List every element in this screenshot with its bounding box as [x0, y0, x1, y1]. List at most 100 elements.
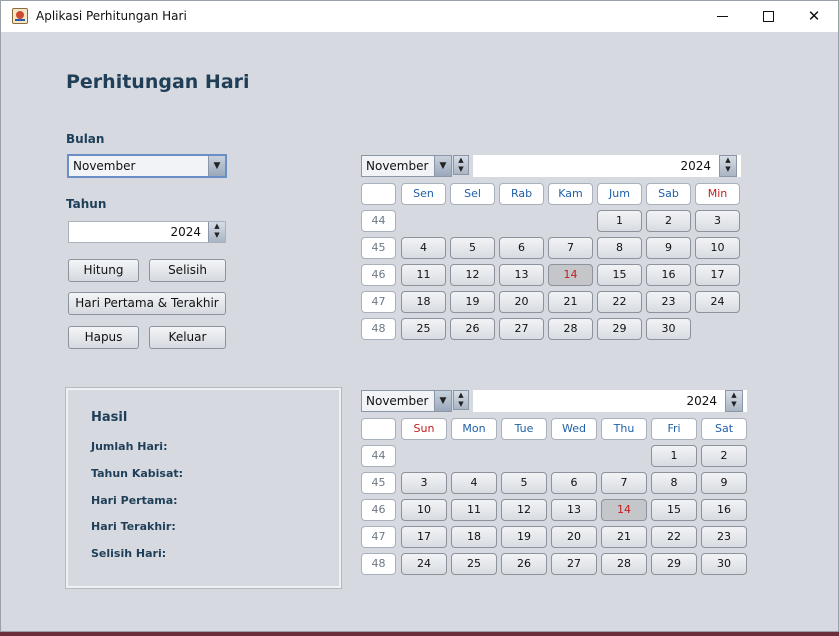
calendar-day-button[interactable]: 23	[701, 526, 747, 548]
calendar-day-button[interactable]: 1	[651, 445, 697, 467]
calendar-day-button[interactable]: 10	[401, 499, 447, 521]
calendar-day-button[interactable]: 27	[551, 553, 597, 575]
close-button[interactable]: ✕	[791, 1, 837, 32]
calendar-day-button[interactable]: 25	[451, 553, 497, 575]
hitung-button[interactable]: Hitung	[68, 259, 139, 282]
calendar-day-button[interactable]: 3	[695, 210, 740, 232]
week-number: 47	[361, 291, 396, 313]
calendar-day-button[interactable]: 5	[450, 237, 495, 259]
calendar-day-button[interactable]: 4	[451, 472, 497, 494]
calendar-day-button[interactable]: 12	[450, 264, 495, 286]
calendar-day-button[interactable]: 27	[499, 318, 544, 340]
calendar-day-button[interactable]: 28	[548, 318, 593, 340]
calendar-day-button[interactable]: 20	[551, 526, 597, 548]
calendar-day-button[interactable]: 13	[499, 264, 544, 286]
chevron-down-icon[interactable]: ▼	[434, 391, 451, 411]
calendar-day-button[interactable]: 7	[548, 237, 593, 259]
minimize-button[interactable]	[699, 1, 745, 32]
window-title: Aplikasi Perhitungan Hari	[36, 9, 187, 23]
calendar-day-button[interactable]: 30	[701, 553, 747, 575]
hapus-button[interactable]: Hapus	[68, 326, 139, 349]
calendar-day-button[interactable]: 9	[701, 472, 747, 494]
calendar-day-button[interactable]: 26	[501, 553, 547, 575]
chevron-down-icon[interactable]: ▼	[208, 156, 225, 176]
calendar-day-button[interactable]: 14	[601, 499, 647, 521]
calendar-day-button[interactable]: 11	[401, 264, 446, 286]
calendar-day-button[interactable]: 8	[597, 237, 642, 259]
selisih-button[interactable]: Selisih	[149, 259, 226, 282]
calendar-day-button[interactable]: 5	[501, 472, 547, 494]
calendar-day-button[interactable]: 28	[601, 553, 647, 575]
calendar-bottom-year-spinner[interactable]: 2024 ▲ ▼	[473, 390, 747, 412]
calendar-day-button[interactable]: 12	[501, 499, 547, 521]
calendar-top-month-spinner-icon[interactable]: ▲ ▼	[453, 155, 469, 175]
calendar-day-button[interactable]: 18	[401, 291, 446, 313]
calendar-bottom: November ▼ ▲ ▼ 2024 ▲ ▼ Sun Mon Tue Wed Thu Fri…	[361, 390, 747, 580]
hari-pertama-label: Hari Pertama:	[91, 494, 178, 507]
calendar-day-button[interactable]: 16	[701, 499, 747, 521]
calendar-top-year-spinner[interactable]: 2024 ▲ ▼	[473, 155, 741, 177]
calendar-day-button[interactable]: 14	[548, 264, 593, 286]
calendar-day-button[interactable]: 20	[499, 291, 544, 313]
calendar-day-button[interactable]: 24	[401, 553, 447, 575]
weekday-header: Sel	[450, 183, 495, 205]
calendar-top: November ▼ ▲ ▼ 2024 ▲ ▼ Sen Sel Rab Kam Jum Sab…	[361, 155, 741, 345]
spinner-arrows-icon[interactable]: ▲ ▼	[208, 222, 225, 242]
minimize-icon	[717, 16, 728, 17]
calendar-bottom-month: November	[366, 394, 429, 408]
calendar-day-button[interactable]: 29	[597, 318, 642, 340]
calendar-day-button[interactable]: 15	[597, 264, 642, 286]
calendar-day-button[interactable]: 16	[646, 264, 691, 286]
tahun-kabisat-label: Tahun Kabisat:	[91, 467, 184, 480]
calendar-day-button[interactable]: 19	[501, 526, 547, 548]
maximize-button[interactable]	[745, 1, 791, 32]
week-number: 46	[361, 499, 396, 521]
spinner-arrows-icon[interactable]: ▲ ▼	[725, 390, 743, 412]
calendar-day-button[interactable]: 21	[601, 526, 647, 548]
calendar-day-button[interactable]: 18	[451, 526, 497, 548]
calendar-bottom-month-spinner-icon[interactable]: ▲ ▼	[453, 390, 469, 410]
calendar-day-button[interactable]: 2	[646, 210, 691, 232]
calendar-day-button[interactable]: 29	[651, 553, 697, 575]
calendar-day-button[interactable]: 3	[401, 472, 447, 494]
calendar-day-button[interactable]: 24	[695, 291, 740, 313]
week-number: 48	[361, 553, 396, 575]
calendar-day-button[interactable]: 1	[597, 210, 642, 232]
tahun-spinner[interactable]: 2024 ▲ ▼	[68, 221, 226, 243]
calendar-day-button[interactable]: 6	[499, 237, 544, 259]
keluar-button[interactable]: Keluar	[149, 326, 226, 349]
calendar-day-button[interactable]: 10	[695, 237, 740, 259]
calendar-day-button[interactable]: 4	[401, 237, 446, 259]
jumlah-hari-label: Jumlah Hari:	[91, 440, 168, 453]
calendar-day-button[interactable]: 6	[551, 472, 597, 494]
calendar-top-month-combo[interactable]: November ▼	[361, 155, 452, 177]
calendar-day-button[interactable]: 25	[401, 318, 446, 340]
chevron-down-icon[interactable]: ▼	[434, 156, 451, 176]
week-number: 48	[361, 318, 396, 340]
calendar-day-button[interactable]: 11	[451, 499, 497, 521]
calendar-day-button[interactable]: 7	[601, 472, 647, 494]
calendar-day-button[interactable]: 17	[695, 264, 740, 286]
calendar-day-button[interactable]: 22	[651, 526, 697, 548]
result-title: Hasil	[91, 410, 128, 425]
calendar-day-button[interactable]: 9	[646, 237, 691, 259]
calendar-day-button[interactable]: 30	[646, 318, 691, 340]
calendar-day-button[interactable]: 8	[651, 472, 697, 494]
spinner-arrows-icon[interactable]: ▲ ▼	[719, 155, 737, 177]
calendar-day-button[interactable]: 22	[597, 291, 642, 313]
calendar-day-button[interactable]: 21	[548, 291, 593, 313]
hari-pertama-terakhir-button[interactable]: Hari Pertama & Terakhir	[68, 292, 226, 315]
calendar-bottom-year: 2024	[686, 394, 717, 408]
calendar-day-button[interactable]: 15	[651, 499, 697, 521]
weekday-header: Jum	[597, 183, 642, 205]
calendar-day-button[interactable]: 19	[450, 291, 495, 313]
title-bar: Aplikasi Perhitungan Hari ✕	[1, 1, 838, 32]
calendar-day-button[interactable]: 17	[401, 526, 447, 548]
calendar-day-button[interactable]: 13	[551, 499, 597, 521]
calendar-bottom-month-combo[interactable]: November ▼	[361, 390, 452, 412]
calendar-day-button[interactable]: 2	[701, 445, 747, 467]
bulan-combobox[interactable]: November ▼	[67, 154, 227, 178]
calendar-day-button[interactable]: 23	[646, 291, 691, 313]
bulan-label: Bulan	[66, 132, 105, 146]
calendar-day-button[interactable]: 26	[450, 318, 495, 340]
